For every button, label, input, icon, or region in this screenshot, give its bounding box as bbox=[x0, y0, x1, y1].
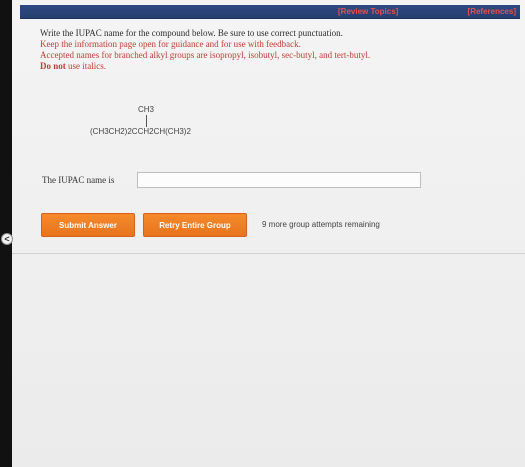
content-divider bbox=[12, 253, 525, 254]
formula-text: (CH3CH2)2CCH2CH(CH3)2 bbox=[90, 127, 191, 136]
page: [Review Topics] [References] Write the I… bbox=[0, 0, 525, 467]
question-text: Write the IUPAC name for the compound be… bbox=[40, 28, 500, 72]
top-bar: [Review Topics] [References] bbox=[20, 5, 520, 19]
guidance-note: Keep the information page open for guida… bbox=[40, 39, 301, 49]
structure-formula: (CH3CH2)2CCH2CH(CH3)2 bbox=[90, 127, 191, 137]
chevron-left-icon[interactable]: < bbox=[1, 233, 13, 245]
retry-entire-group-button[interactable]: Retry Entire Group bbox=[143, 213, 247, 237]
iupac-name-input[interactable] bbox=[137, 172, 421, 188]
review-topics-link[interactable]: [Review Topics] bbox=[338, 5, 398, 18]
accepted-names-note: Accepted names for branched alkyl groups… bbox=[40, 50, 371, 60]
answer-label: The IUPAC name is bbox=[42, 175, 115, 185]
attempts-remaining: 9 more group attempts remaining bbox=[262, 220, 380, 229]
ch3-text: CH3 bbox=[138, 105, 155, 114]
structure-top-group: CH3 bbox=[138, 105, 154, 114]
do-not-label: Do not bbox=[40, 61, 66, 71]
italics-note: Do not use italics. bbox=[40, 61, 500, 72]
question-instruction: Write the IUPAC name for the compound be… bbox=[40, 28, 343, 38]
italics-text: use italics. bbox=[65, 61, 107, 71]
structure-bond bbox=[146, 115, 147, 127]
references-link[interactable]: [References] bbox=[468, 5, 516, 18]
compound-structure: CH3 (CH3CH2)2CCH2CH(CH3)2 bbox=[90, 105, 240, 145]
answer-row: The IUPAC name is bbox=[42, 172, 427, 190]
submit-answer-button[interactable]: Submit Answer bbox=[41, 213, 135, 237]
